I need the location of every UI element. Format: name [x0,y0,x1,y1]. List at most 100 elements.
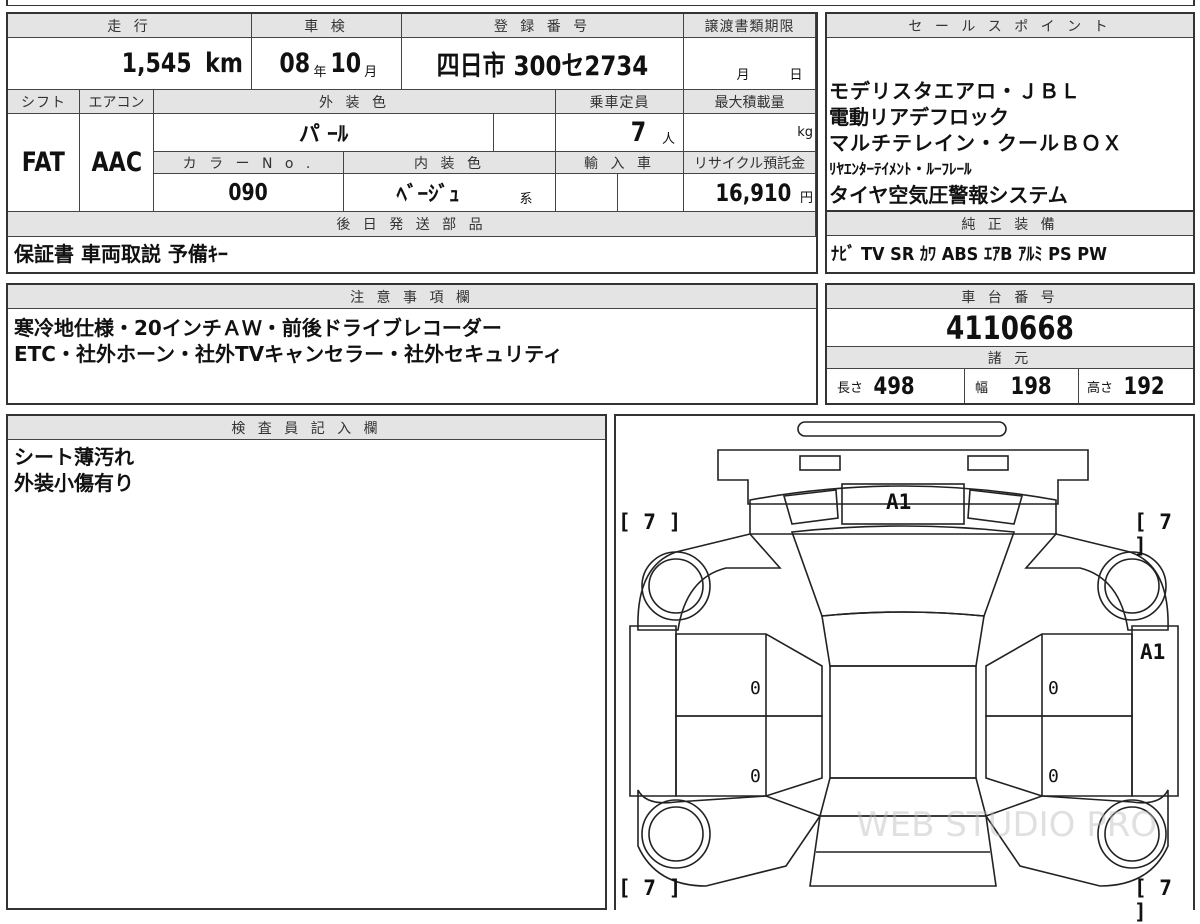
max-load-value: kg [684,114,816,152]
left-rear-fender [637,789,822,887]
left-front-door [675,633,823,717]
car-diagram: WEB STUDIO PRO [629,421,1179,887]
odometer-number: 1,545 [121,48,192,79]
tire-front-left-tread: [ 7 ] [618,510,682,534]
deadline-day-unit: 日 [789,68,803,83]
front-grille-right [967,489,1024,525]
inspection-month-unit: 月 [364,65,378,80]
front-left-tire-inner [648,558,704,614]
spec-width-label: 幅 [975,380,989,396]
chassis-header: 車 台 番 号 [827,285,1193,309]
notes-line-1: 寒冷地仕様・20インチＡＷ・前後ドライブレコーダー [14,316,502,340]
door-left-front-mark: 0 [750,678,761,699]
sales-points-line-5: タイヤ空気圧警報システム [829,183,1068,207]
rear-left-tire [641,799,711,869]
spec-height-label: 高さ [1087,380,1114,396]
deadline-month-unit: 月 [736,68,750,83]
aircon-header: エアコン [80,90,154,114]
tire-rear-right-tread: [ 7 ] [1134,876,1172,924]
spec-height: 高さ 192 [1079,369,1193,403]
tire-rear-left-tread: [ 7 ] [618,876,682,900]
interior-color-value: ﾍﾞｰｼﾞｭ 系 [344,174,556,212]
interior-color-unit: 系 [519,192,533,207]
tire-front-right-tread: [ 7 ] [1134,510,1172,558]
door-left-rear-mark: 0 [750,766,761,787]
transfer-deadline-header: 譲渡書類期限 [684,14,816,38]
recycle-fee-number: 16,910 [715,178,792,207]
front-right-tire [1097,551,1167,621]
chassis-box: 車 台 番 号 4110668 諸 元 長さ 498 幅 198 高さ 192 [825,283,1195,405]
interior-color-text: ﾍﾞｰｼﾞｭ [396,181,460,206]
vehicle-info-table: 走 行 車 検 登 録 番 号 譲渡書類期限 1,545 km 08 年 10 … [6,12,818,238]
sales-points-line-4: ﾘﾔｴﾝﾀｰﾃｲﾒﾝﾄ・ﾙｰﾌﾚｰﾙ [829,160,972,178]
chassis-value: 4110668 [827,309,1193,347]
exterior-color-text: パ ｰﾙ [298,121,349,146]
front-bumper-top [797,421,1007,437]
door-right-front-mark: 0 [1048,678,1059,699]
recycle-fee-header: リサイクル預託金 [684,152,816,174]
max-load-unit: kg [797,125,813,140]
top-border-strip [6,0,1195,6]
later-parts-header: 後 日 発 送 部 品 [8,212,816,236]
door-right-rear-mark: 0 [1048,766,1059,787]
inspection-year: 08 [279,48,311,79]
recycle-fee-unit: 円 [799,191,813,206]
notes-header: 注 意 事 項 欄 [8,285,816,309]
shift-header: シフト [8,90,80,114]
spec-length-label: 長さ [837,380,864,396]
front-light-left [799,455,841,471]
genuine-equipment-box: 純 正 装 備 ﾅﾋﾞ TV SR ｶﾜ ABS ｴｱB ｱﾙﾐ PS PW [825,210,1195,274]
rear-left-tire-inner [648,806,704,862]
left-side-body [629,625,677,797]
front-left-tire [641,551,711,621]
odometer-unit: km [205,48,243,79]
sales-points-line-1: モデリスタエアロ・ＪＢＬ [829,79,1081,103]
capacity-value: 7 人 [556,114,684,152]
car-diagram-box: WEB STUDIO PRO A1 A1 [ 7 ] [ 7 ] [ 7 ] [… [614,414,1195,924]
sales-points-line-3: マルチテレイン・クールＢＯＸ [829,131,1123,155]
diagram-watermark: WEB STUDIO PRO [856,805,1157,845]
roof [829,665,977,779]
import-value-a [556,174,618,212]
front-damage-mark: A1 [886,490,912,514]
exterior-color-extra [494,114,556,152]
spec-length-value: 498 [873,372,915,400]
import-header: 輸 入 車 [556,152,684,174]
right-front-door [985,633,1133,717]
capacity-number: 7 [630,117,647,148]
interior-color-header: 内 装 色 [344,152,556,174]
exterior-color-value: パ ｰﾙ [154,114,494,152]
specs-header: 諸 元 [827,347,1193,369]
exterior-color-header: 外 装 色 [154,90,556,114]
inspector-header: 検 査 員 記 入 欄 [8,416,605,440]
registration-value: 四日市 300セ2734 [402,38,684,90]
capacity-header: 乗車定員 [556,90,684,114]
shift-text: FAT [21,147,66,178]
later-parts-value: 保証書 車両取説 予備ｷｰ [14,242,228,266]
front-grille [782,489,839,525]
windshield [790,525,1016,617]
registration-number: 四日市 300セ2734 [436,51,649,82]
capacity-unit: 人 [661,132,675,147]
inspection-year-unit: 年 [313,65,327,80]
left-rear-door [675,715,823,797]
spec-length: 長さ 498 [827,369,965,403]
sales-points-header: セ ー ル ス ポ イ ン ト [827,14,1193,38]
shift-value: FAT [8,114,80,212]
chassis-number: 4110668 [946,309,1074,347]
spec-height-value: 192 [1123,372,1165,400]
front-right-tire-inner [1104,558,1160,614]
color-no-header: カ ラ ー N o . [154,152,344,174]
max-load-header: 最大積載量 [684,90,816,114]
inspector-box: 検 査 員 記 入 欄 シート薄汚れ 外装小傷有り [6,414,607,910]
import-value-b [618,174,684,212]
right-rear-door [985,715,1133,797]
spec-width-value: 198 [1010,372,1052,400]
sales-points-line-2: 電動リアデフロック [829,105,1009,129]
inspector-line-1: シート薄汚れ [14,445,134,469]
inspection-month: 10 [329,48,361,79]
spec-width: 幅 198 [965,369,1079,403]
color-no-text: 090 [228,179,269,206]
odometer-value: 1,545 km [8,38,252,90]
inspector-line-2: 外装小傷有り [14,471,134,495]
